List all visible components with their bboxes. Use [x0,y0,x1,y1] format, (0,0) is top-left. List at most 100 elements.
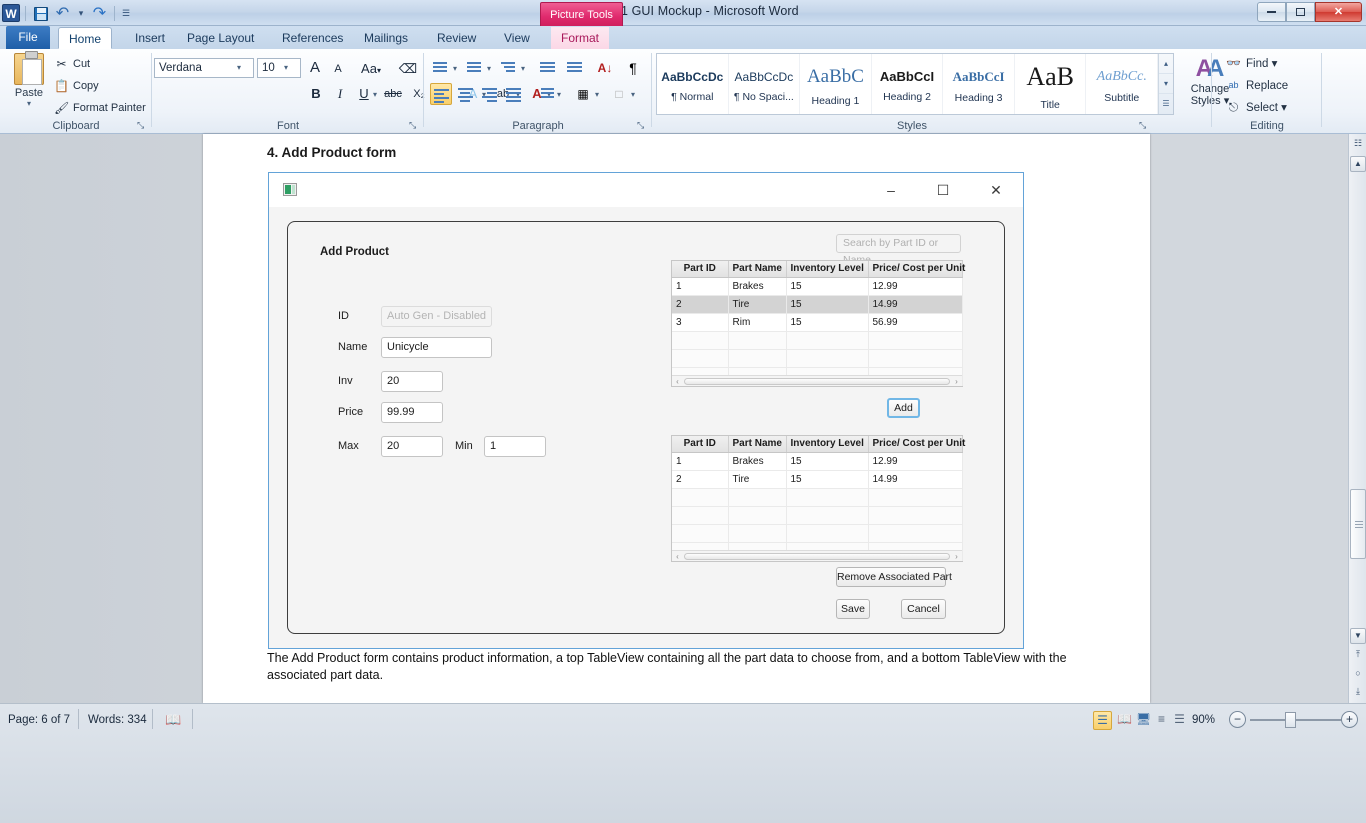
name-field[interactable]: Unicycle [381,337,492,358]
mockup-minimize-button[interactable]: – [874,178,908,202]
styles-dialog-launcher[interactable]: ⤡ [1139,120,1150,131]
replace-button[interactable]: ab Replace [1224,76,1288,97]
view-outline-button[interactable]: ≡ [1152,711,1171,730]
font-dialog-launcher[interactable]: ⤡ [409,120,420,131]
select-object-button[interactable]: ○ [1351,668,1365,682]
zoom-out-button[interactable]: − [1229,711,1246,728]
remove-associated-part-button[interactable]: Remove Associated Part [836,567,946,587]
associated-parts-horizontal-scrollbar[interactable]: ‹ › [672,550,962,561]
chevron-down-icon[interactable]: ▾ [237,59,241,77]
style-item-heading-1[interactable]: AaBbC Heading 1 [800,54,872,114]
tab-page-layout[interactable]: Page Layout [177,27,264,49]
borders-dropdown-icon[interactable]: ▾ [631,90,635,99]
col-inventory[interactable]: Inventory Level [786,436,868,452]
style-item-title[interactable]: AaB Title [1015,54,1087,114]
styles-scroll-up-button[interactable]: ▴ [1159,54,1173,74]
table-row[interactable]: 3 Rim 15 56.99 [672,313,962,331]
style-item-heading-3[interactable]: AaBbCcI Heading 3 [943,54,1015,114]
styles-more-button[interactable]: ☰ [1159,94,1173,114]
document-page[interactable]: 4. Add Product form – ☐ ✕ Add Product Se… [203,134,1150,703]
all-parts-table[interactable]: Part ID Part Name Inventory Level Price/… [671,260,963,387]
table-row[interactable]: 1 Brakes 15 12.99 [672,277,962,295]
scroll-left-icon[interactable]: ‹ [672,377,683,386]
underline-button[interactable]: U [353,83,375,105]
table-row[interactable]: 2 Tire 15 14.99 [672,470,962,488]
proofing-errors-icon[interactable]: 📖 [165,711,181,729]
col-part-id[interactable]: Part ID [672,261,728,277]
decrease-indent-button[interactable] [537,57,559,79]
chevron-down-icon[interactable]: ▾ [284,59,288,77]
format-painter-button[interactable]: 🖌 Format Painter [52,99,146,118]
borders-button[interactable]: □ [608,83,630,105]
tab-review[interactable]: Review [427,27,486,49]
cancel-button-mockup[interactable]: Cancel [901,599,946,619]
view-web-layout-button[interactable]: 🖥 [1134,711,1153,730]
sort-button[interactable]: A↓ [594,57,616,79]
associated-parts-table[interactable]: Part ID Part Name Inventory Level Price/… [671,435,963,562]
zoom-slider-track[interactable] [1250,719,1345,721]
scrollbar-thumb[interactable] [684,378,950,385]
scroll-down-button[interactable]: ▼ [1350,628,1366,644]
paste-button[interactable]: Paste ▾ [8,53,50,108]
copy-button[interactable]: 📋 Copy [52,77,99,96]
bullets-dropdown-icon[interactable]: ▾ [453,64,457,73]
change-case-button[interactable]: Aa▾ [355,58,387,80]
numbering-dropdown-icon[interactable]: ▾ [487,64,491,73]
numbering-button[interactable] [464,57,486,79]
bullets-button[interactable] [430,57,452,79]
tab-mailings[interactable]: Mailings [354,27,418,49]
tab-file[interactable]: File [6,26,50,49]
scrollbar-thumb[interactable] [1350,489,1366,559]
align-left-button[interactable] [430,83,452,105]
paste-dropdown-icon[interactable]: ▾ [8,99,50,108]
line-spacing-dropdown-icon[interactable]: ▾ [557,90,561,99]
tab-home[interactable]: Home [58,27,112,49]
zoom-level[interactable]: 90% [1192,711,1215,729]
style-item-heading-2[interactable]: AaBbCcI Heading 2 [872,54,944,114]
shading-dropdown-icon[interactable]: ▾ [595,90,599,99]
mockup-close-button[interactable]: ✕ [979,178,1013,202]
col-part-name[interactable]: Part Name [728,261,786,277]
word-count[interactable]: Words: 334 [88,711,147,729]
tab-format[interactable]: Format [551,27,609,49]
col-part-id[interactable]: Part ID [672,436,728,452]
zoom-in-button[interactable]: + [1341,711,1358,728]
view-full-screen-reading-button[interactable]: 📖 [1115,711,1134,730]
show-formatting-marks-button[interactable]: ¶ [622,57,644,79]
scroll-right-icon[interactable]: › [951,377,962,386]
next-page-button[interactable]: ⤓ [1351,686,1365,700]
zoom-slider-knob[interactable] [1285,712,1296,728]
min-field[interactable]: 1 [484,436,546,457]
all-parts-horizontal-scrollbar[interactable]: ‹ › [672,375,962,386]
style-item-no-spacing[interactable]: AaBbCcDc ¶ No Spaci... [729,54,801,114]
col-inventory[interactable]: Inventory Level [786,261,868,277]
style-item-normal[interactable]: AaBbCcDc ¶ Normal [657,54,729,114]
col-price[interactable]: Price/ Cost per Unit [868,436,962,452]
max-field[interactable]: 20 [381,436,443,457]
clear-formatting-button[interactable]: ⌫ [397,58,419,80]
clipboard-dialog-launcher[interactable]: ⤡ [137,120,148,131]
find-button[interactable]: 👓 Find ▾ [1224,54,1277,75]
styles-scroll-down-button[interactable]: ▾ [1159,74,1173,94]
document-vertical-scrollbar[interactable]: ☷ ▲ ▼ ⤒ ○ ⤓ [1348,134,1366,703]
bold-button[interactable]: B [305,83,327,105]
add-button[interactable]: Add [887,398,920,418]
gui-mockup-image[interactable]: – ☐ ✕ Add Product Search by Part ID or N… [268,172,1024,649]
grow-font-button[interactable]: A [304,57,326,79]
scroll-up-button[interactable]: ▲ [1350,156,1366,172]
restore-button[interactable] [1286,2,1315,22]
view-draft-button[interactable]: ☰ [1170,711,1189,730]
select-browse-object-icon[interactable]: ☷ [1351,138,1365,152]
scroll-left-icon[interactable]: ‹ [672,552,683,561]
minimize-button[interactable] [1257,2,1286,22]
tab-view[interactable]: View [494,27,540,49]
align-center-button[interactable] [455,83,477,105]
price-field[interactable]: 99.99 [381,402,443,423]
mockup-maximize-button[interactable]: ☐ [926,178,960,202]
shrink-font-button[interactable]: A [327,58,349,80]
table-row-selected[interactable]: 2 Tire 15 14.99 [672,295,962,313]
paragraph-dialog-launcher[interactable]: ⤡ [637,120,648,131]
strikethrough-button[interactable]: abc [382,83,404,105]
inv-field[interactable]: 20 [381,371,443,392]
tab-insert[interactable]: Insert [125,27,175,49]
